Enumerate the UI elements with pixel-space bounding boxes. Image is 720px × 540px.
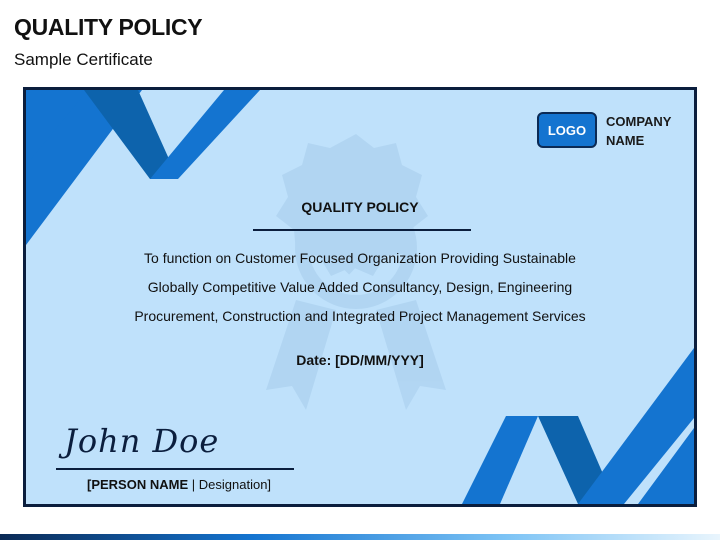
company-name: COMPANY NAME (606, 112, 694, 150)
person-name: [PERSON NAME (87, 477, 189, 492)
certificate: LOGO COMPANY NAME QUALITY POLICY To func… (23, 87, 697, 507)
caption-separator: | (191, 477, 196, 492)
company-name-line2: NAME (606, 133, 645, 148)
logo-placeholder: LOGO (537, 112, 597, 148)
handwritten-signature: John Doe (64, 422, 220, 460)
designation: Designation] (198, 477, 272, 492)
policy-line-1: To function on Customer Focused Organiza… (144, 250, 576, 266)
page-title: QUALITY POLICY (14, 14, 203, 40)
quality-badge-ribbon-icon (266, 134, 446, 410)
signature-line (56, 468, 294, 470)
page-subtitle: Sample Certificate (14, 50, 153, 69)
date-line: Date: [DD/MM/YYY] (296, 352, 424, 368)
policy-line-2: Globally Competitive Value Added Consult… (147, 279, 573, 295)
bottom-accent-strip (0, 534, 720, 540)
signature-caption: [PERSON NAME | Designation] (87, 477, 271, 492)
ribbon-top-left-right (150, 90, 260, 179)
ribbon-bottom-right-left (462, 416, 538, 504)
company-name-line1: COMPANY (606, 114, 672, 129)
title-underline (253, 229, 471, 231)
certificate-title: QUALITY POLICY (301, 199, 419, 215)
policy-line-3: Procurement, Construction and Integrated… (134, 308, 586, 324)
